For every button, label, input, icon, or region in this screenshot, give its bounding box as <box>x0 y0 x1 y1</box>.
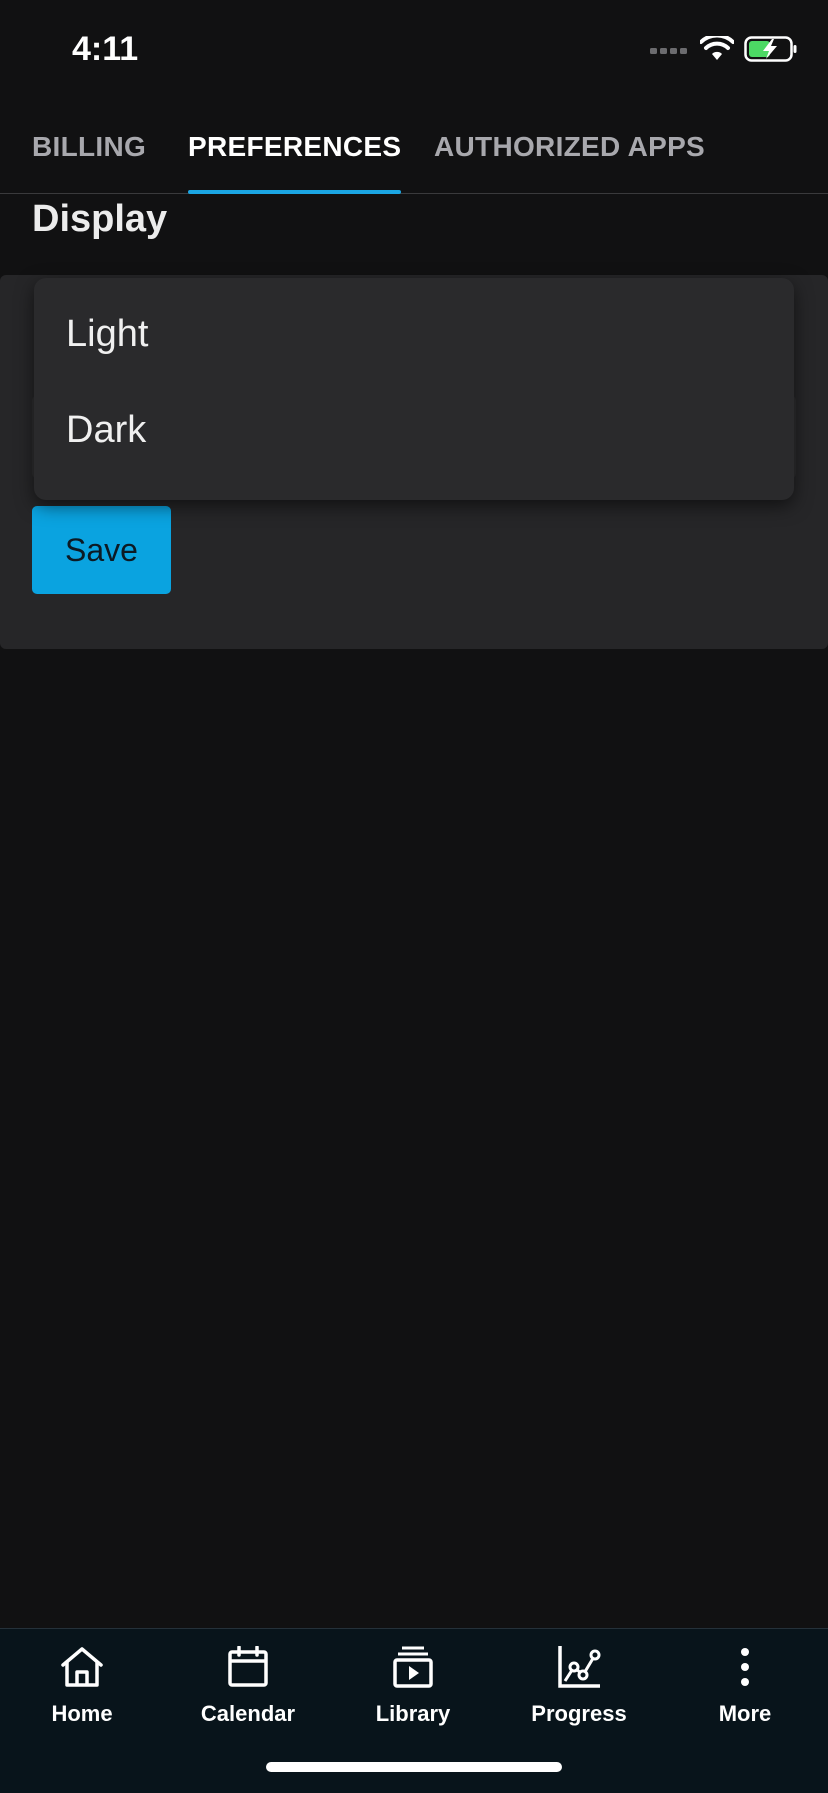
save-button[interactable]: Save <box>32 506 171 594</box>
nav-label: More <box>718 1701 772 1726</box>
tab-label: AUTHORIZED APPS <box>434 130 706 162</box>
status-bar: 4:11 <box>0 0 828 100</box>
nav-label: Library <box>375 1701 451 1726</box>
nav-label: Progress <box>531 1701 627 1726</box>
cellular-signal-icon <box>650 43 690 61</box>
tab-authorized-apps[interactable]: AUTHORIZED APPS <box>434 100 705 193</box>
battery-charging-icon <box>744 36 798 67</box>
theme-dropdown-menu: Light Dark <box>34 278 794 500</box>
more-icon <box>721 1643 769 1691</box>
nav-label: Calendar <box>200 1701 296 1726</box>
nav-item-calendar[interactable]: Calendar <box>173 1643 323 1753</box>
progress-icon <box>555 1643 603 1691</box>
nav-item-home[interactable]: Home <box>7 1643 157 1753</box>
home-icon <box>58 1643 106 1691</box>
home-indicator <box>266 1762 562 1772</box>
tab-billing[interactable]: BILLING <box>32 100 146 193</box>
nav-item-more[interactable]: More <box>670 1643 820 1753</box>
status-icons <box>650 33 798 67</box>
calendar-icon <box>224 1643 272 1691</box>
tab-preferences[interactable]: PREFERENCES <box>188 100 402 194</box>
tab-label: PREFERENCES <box>188 130 402 162</box>
nav-label: Home <box>51 1701 113 1726</box>
library-icon <box>389 1643 437 1691</box>
section-title: Display <box>32 198 168 240</box>
tab-bar: BILLING PREFERENCES AUTHORIZED APPS <box>0 100 828 194</box>
dropdown-option-dark[interactable]: Dark <box>34 382 794 478</box>
wifi-icon <box>699 33 735 67</box>
nav-item-library[interactable]: Library <box>338 1643 488 1753</box>
status-time: 4:11 <box>72 30 139 68</box>
dropdown-option-light[interactable]: Light <box>34 286 794 382</box>
active-tab-indicator <box>188 190 402 194</box>
tab-label: BILLING <box>32 130 147 162</box>
nav-item-progress[interactable]: Progress <box>504 1643 654 1753</box>
